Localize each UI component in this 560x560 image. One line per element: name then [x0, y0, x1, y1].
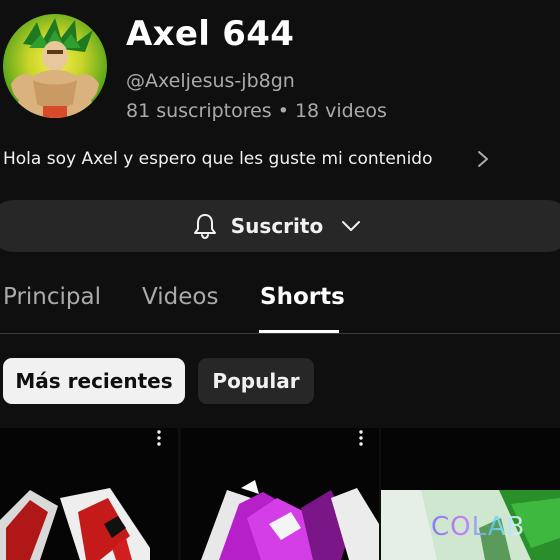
- short-thumbnail-2[interactable]: [181, 428, 379, 560]
- short-thumbnail-3[interactable]: COLAB: [381, 428, 560, 560]
- short-overlay-text: COLAB: [431, 512, 526, 542]
- video-count: 18 videos: [294, 100, 387, 122]
- channel-handle: @Axeljesus-jb8gn: [126, 70, 295, 92]
- bell-icon: [193, 214, 216, 240]
- subscribed-button-content: Suscrito: [192, 212, 361, 240]
- channel-description: Hola soy Axel y espero que les guste mi …: [3, 149, 433, 169]
- channel-avatar[interactable]: [3, 14, 107, 118]
- avatar-image: [11, 18, 99, 118]
- filter-chip-mas-recientes[interactable]: Más recientes: [3, 358, 185, 404]
- subscriber-count: 81 suscriptores: [126, 100, 272, 122]
- filter-chip-popular[interactable]: Popular: [198, 358, 314, 404]
- subscribed-label: Suscrito: [230, 214, 324, 238]
- chevron-down-icon: [342, 221, 361, 231]
- more-vert-icon[interactable]: [353, 428, 369, 448]
- channel-tabs: Principal Videos Shorts: [0, 280, 560, 334]
- tab-principal[interactable]: Principal: [3, 284, 101, 310]
- shorts-grid: COLAB: [0, 428, 560, 560]
- short-thumbnail-2-image: [181, 428, 379, 560]
- short-thumbnail-1[interactable]: [0, 428, 178, 560]
- tab-videos[interactable]: Videos: [142, 284, 218, 310]
- subscribed-button[interactable]: Suscrito: [0, 200, 560, 252]
- tab-shorts[interactable]: Shorts: [260, 284, 345, 310]
- channel-stats: 81 suscriptores • 18 videos: [126, 100, 387, 122]
- stats-separator: •: [277, 100, 289, 122]
- channel-description-row[interactable]: Hola soy Axel y espero que les guste mi …: [3, 146, 503, 172]
- channel-page: Axel 644 @Axeljesus-jb8gn 81 suscriptore…: [0, 0, 560, 560]
- channel-name: Axel 644: [126, 14, 295, 54]
- more-vert-icon[interactable]: [151, 428, 167, 448]
- chevron-right-icon: [478, 151, 488, 167]
- tabs-divider: [0, 333, 560, 334]
